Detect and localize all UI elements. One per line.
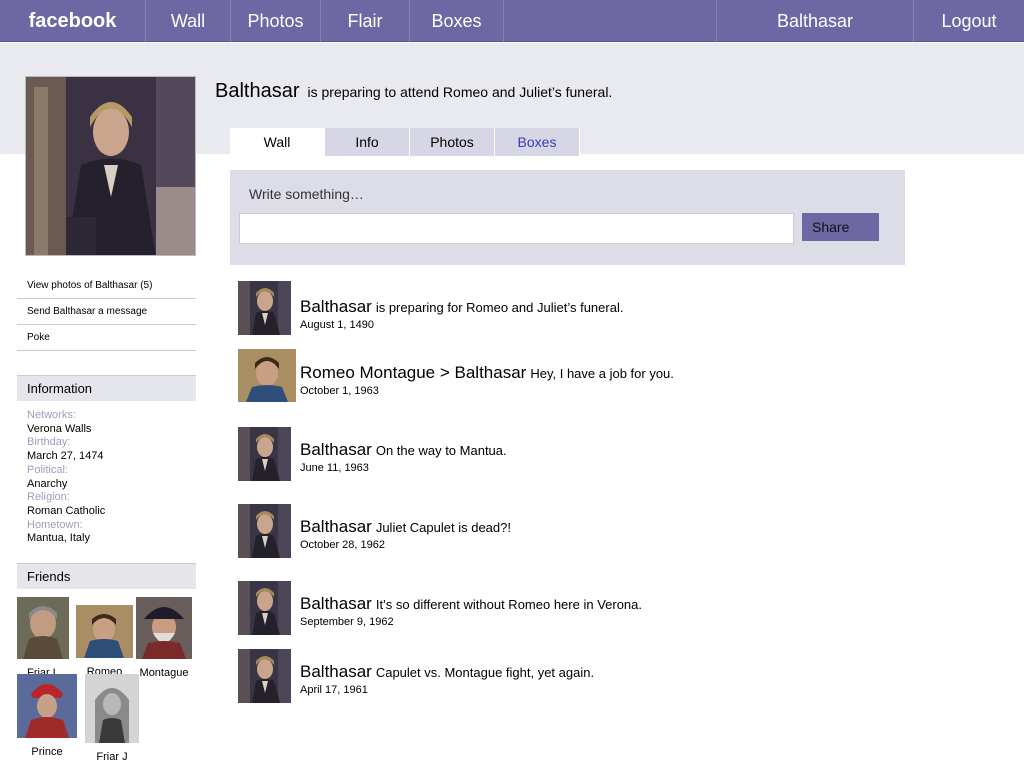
friend-name: Prince [31,746,63,758]
post-author[interactable]: Romeo Montague > Balthasar [300,363,526,383]
post-message: Hey, I have a job for you. [530,366,674,381]
top-nav-bar: facebook Wall Photos Flair Boxes Balthas… [0,0,1024,42]
post-author[interactable]: Balthasar [300,662,372,682]
nav-wall[interactable]: Wall [146,0,231,42]
info-value: Mantua, Italy [27,532,90,545]
nav-photos[interactable]: Photos [231,0,321,42]
information-list: Networks: Verona Walls Birthday: March 2… [27,409,197,546]
post-author-thumbnail[interactable] [238,649,291,703]
friends-header: Friends [17,563,196,589]
composer-prompt: Write something… [249,186,364,202]
information-header: Information [17,375,196,401]
profile-tabs: Wall Info Photos Boxes [230,128,580,156]
friend-montague[interactable]: Montague [136,597,192,679]
info-label: Networks: [27,409,76,421]
profile-picture[interactable] [25,76,196,256]
post-author-thumbnail[interactable] [238,349,296,402]
post-message: On the way to Mantua. [375,443,507,458]
friend-photo [136,597,192,662]
tab-wall[interactable]: Wall [230,128,325,156]
post-message: Capulet vs. Montague fight, yet again. [375,665,595,680]
profile-name: Balthasar [215,80,300,102]
post-date: June 11, 1963 [300,462,369,474]
send-message-link[interactable]: Send Balthasar a message [17,299,196,325]
friend-photo [17,674,77,741]
tab-info[interactable]: Info [325,128,410,156]
info-value: Verona Walls [27,422,92,435]
post-message: is preparing for Romeo and Juliet’s fune… [375,300,624,315]
friend-photo [85,674,139,746]
info-label: Hometown: [27,518,83,531]
friend-friar-l[interactable]: Friar L [17,597,69,679]
info-value: Roman Catholic [27,504,106,517]
post-author-thumbnail[interactable] [238,427,291,481]
friend-romeo[interactable]: Romeo [76,605,133,678]
profile-action-links: View photos of Balthasar (5) Send Baltha… [17,273,196,351]
post-date: October 28, 1962 [300,539,386,551]
friend-prince[interactable]: Prince [17,674,77,758]
info-label: Religion: [27,491,70,504]
info-value: March 27, 1474 [27,450,104,463]
wall-post-input[interactable] [239,213,794,244]
poke-link[interactable]: Poke [17,325,196,351]
post-date: April 17, 1961 [300,684,368,696]
post-author-thumbnail[interactable] [238,281,291,335]
friend-name: Friar J [96,751,128,763]
wall-composer: Write something… Share [230,170,905,265]
friend-friar-j[interactable]: Friar J [85,674,139,763]
post-message: Juliet Capulet is dead?! [375,520,511,535]
profile-status-text: is preparing to attend Romeo and Juliet’… [307,84,613,100]
tab-boxes[interactable]: Boxes [495,128,580,156]
post-author-thumbnail[interactable] [238,504,291,558]
info-label: Birthday: [27,436,71,449]
post-date: October 1, 1963 [300,385,379,397]
post-author[interactable]: Balthasar [300,594,372,614]
view-photos-link[interactable]: View photos of Balthasar (5) [17,273,196,299]
nav-user-profile[interactable]: Balthasar [716,0,914,42]
post-date: September 9, 1962 [300,616,394,628]
profile-status: Balthasar is preparing to attend Romeo a… [215,80,612,103]
logout-button[interactable]: Logout [914,0,1024,42]
facebook-logo[interactable]: facebook [0,0,146,42]
friend-photo [17,597,69,662]
post-message: It’s so different without Romeo here in … [375,597,643,612]
post-date: August 1, 1490 [300,319,375,331]
post-author-thumbnail[interactable] [238,581,291,635]
share-button[interactable]: Share [802,213,879,241]
post-author[interactable]: Balthasar [300,517,372,537]
friend-name: Montague [139,667,189,679]
info-label: Political: [27,463,68,476]
info-value: Anarchy [27,477,68,490]
nav-flair[interactable]: Flair [321,0,410,42]
tab-photos[interactable]: Photos [410,128,495,156]
friend-photo [76,605,133,661]
post-author[interactable]: Balthasar [300,440,372,460]
post-author[interactable]: Balthasar [300,297,372,317]
nav-boxes[interactable]: Boxes [410,0,504,42]
